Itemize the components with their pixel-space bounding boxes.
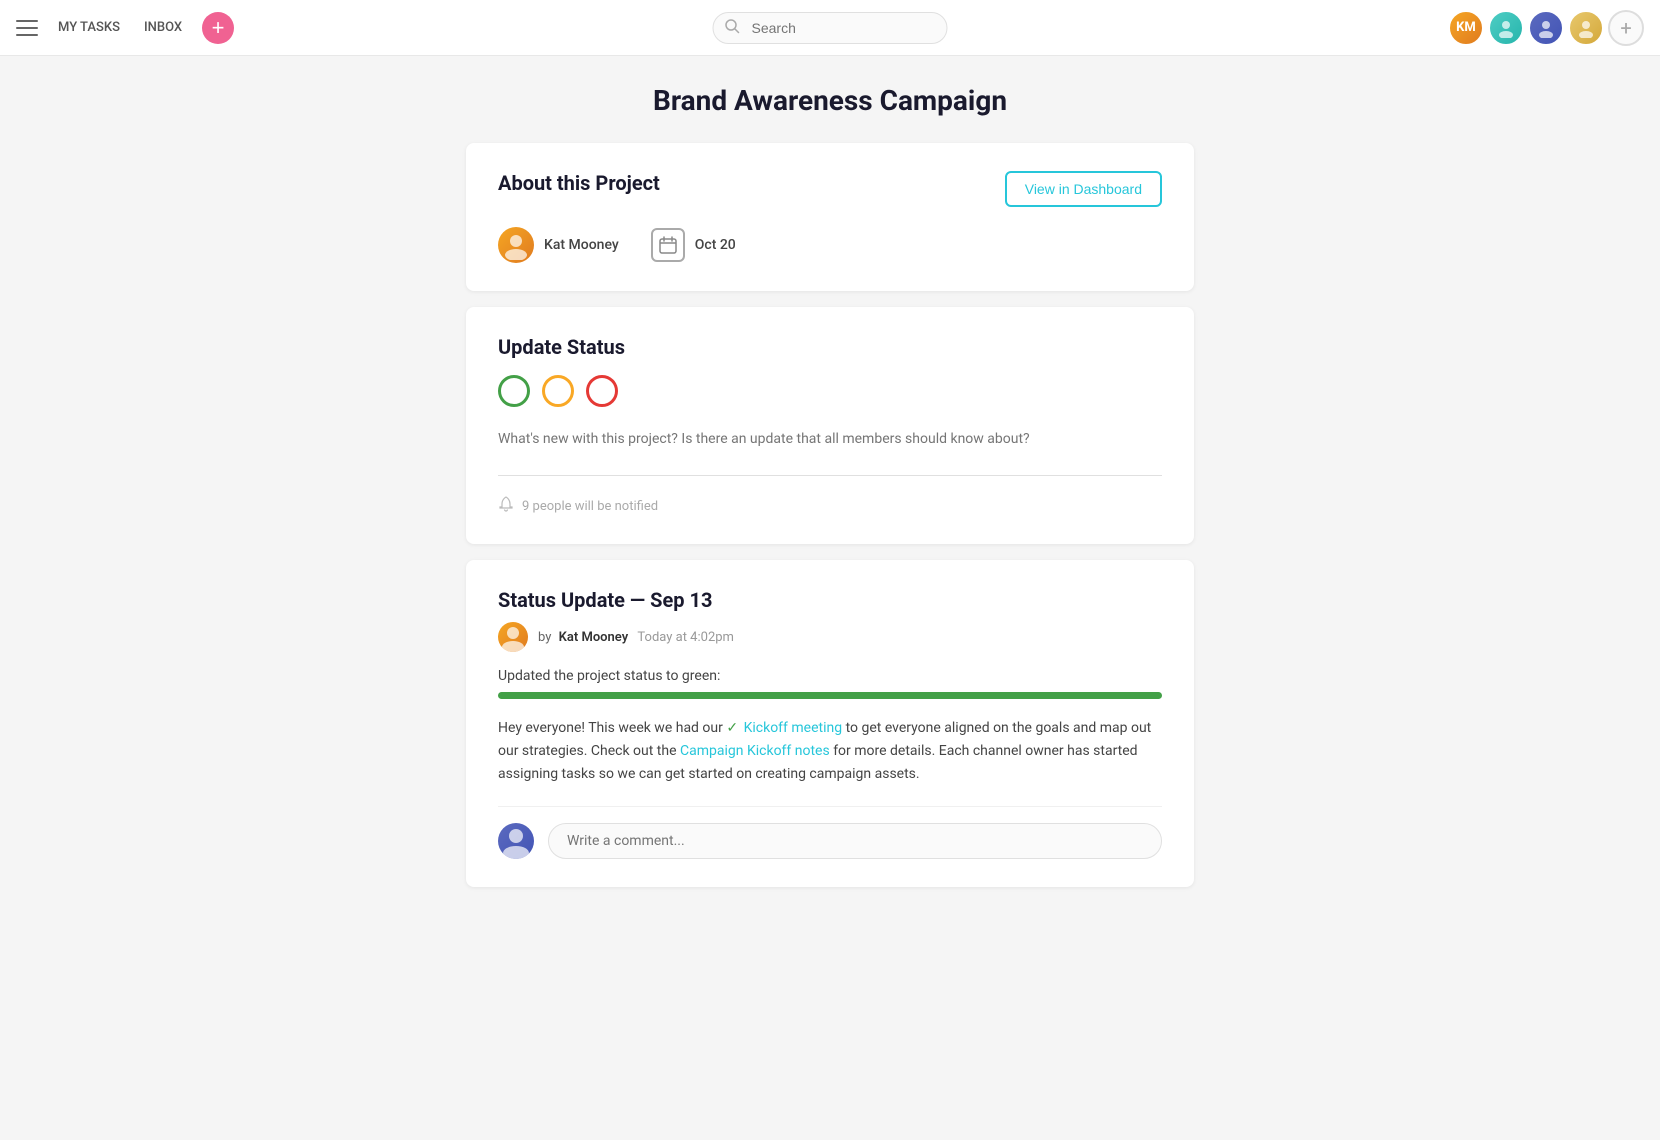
comment-area — [498, 806, 1162, 859]
avatar-user3[interactable] — [1528, 10, 1564, 46]
update-status-title: Update Status — [498, 335, 1162, 359]
checkmark-icon: ✓ — [726, 720, 738, 736]
page-title: Brand Awareness Campaign — [16, 84, 1644, 117]
add-button[interactable]: + — [202, 12, 234, 44]
bell-icon — [498, 496, 514, 516]
about-project-title: About this Project — [498, 171, 660, 195]
comment-avatar — [498, 823, 534, 859]
nav-left: MY TASKS INBOX + — [16, 12, 234, 44]
byline-avatar — [498, 622, 528, 652]
status-changed-label: Updated the project status to green: — [498, 668, 1162, 684]
owner-avatar — [498, 227, 534, 263]
top-nav: MY TASKS INBOX + KM — [0, 0, 1660, 56]
kickoff-meeting-link[interactable]: Kickoff meeting — [744, 720, 843, 736]
status-circle-yellow[interactable] — [542, 375, 574, 407]
byline-text: by Kat Mooney Today at 4:02pm — [538, 630, 734, 645]
status-circles — [498, 375, 1162, 407]
nav-right: KM + — [1448, 10, 1644, 46]
owner-name: Kat Mooney — [544, 237, 619, 253]
calendar-icon — [651, 228, 685, 262]
status-update-card: Status Update — Sep 13 by Kat Mooney Tod… — [466, 560, 1194, 887]
status-update-input[interactable] — [498, 425, 1162, 476]
about-header: About this Project View in Dashboard — [498, 171, 1162, 211]
project-date: Oct 20 — [651, 228, 736, 262]
update-body: Hey everyone! This week we had our ✓ Kic… — [498, 717, 1162, 786]
project-meta: Kat Mooney Oct 20 — [498, 227, 1162, 263]
update-byline: by Kat Mooney Today at 4:02pm — [498, 622, 1162, 652]
main-content: About this Project View in Dashboard Kat… — [450, 135, 1210, 943]
notify-text: 9 people will be notified — [522, 499, 658, 514]
menu-icon[interactable] — [16, 20, 38, 36]
status-update-title: Status Update — Sep 13 — [498, 588, 1162, 612]
add-member-button[interactable]: + — [1608, 10, 1644, 46]
search-input[interactable] — [713, 12, 948, 44]
comment-input[interactable] — [548, 823, 1162, 859]
status-circle-green[interactable] — [498, 375, 530, 407]
my-tasks-tab[interactable]: MY TASKS — [54, 16, 124, 39]
by-label: by — [538, 630, 551, 645]
byline-author: Kat Mooney — [559, 630, 629, 645]
about-project-card: About this Project View in Dashboard Kat… — [466, 143, 1194, 291]
view-dashboard-button[interactable]: View in Dashboard — [1005, 171, 1162, 207]
inbox-tab[interactable]: INBOX — [140, 16, 186, 39]
byline-timestamp: Today at 4:02pm — [637, 630, 734, 645]
avatar-user2[interactable] — [1488, 10, 1524, 46]
notify-row: 9 people will be notified — [498, 496, 1162, 516]
body-part1: Hey everyone! This week we had our — [498, 720, 723, 736]
page-header: Brand Awareness Campaign — [0, 56, 1660, 135]
project-owner: Kat Mooney — [498, 227, 619, 263]
project-date-value: Oct 20 — [695, 237, 736, 253]
green-status-bar — [498, 692, 1162, 699]
search-bar-container — [713, 12, 948, 44]
avatar-user1[interactable]: KM — [1448, 10, 1484, 46]
avatar-user4[interactable] — [1568, 10, 1604, 46]
search-icon — [725, 18, 740, 37]
update-status-card: Update Status 9 people will be notified — [466, 307, 1194, 544]
campaign-notes-link[interactable]: Campaign Kickoff notes — [680, 743, 830, 759]
status-circle-red[interactable] — [586, 375, 618, 407]
